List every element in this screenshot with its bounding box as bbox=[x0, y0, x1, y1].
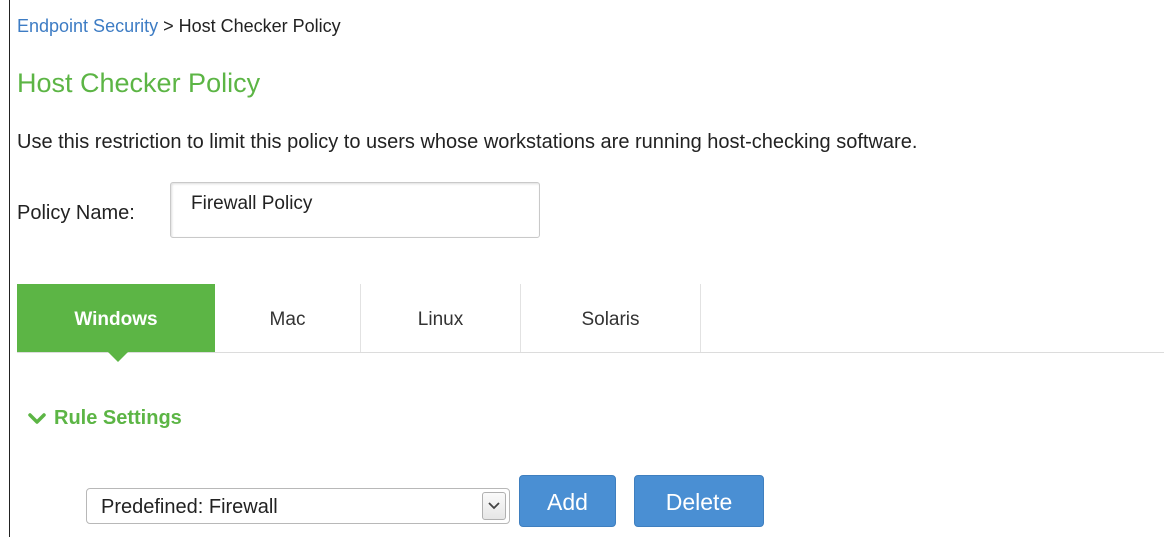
rule-settings-toggle[interactable]: Rule Settings bbox=[28, 407, 182, 430]
tab-solaris[interactable]: Solaris bbox=[521, 284, 701, 352]
policy-name-input[interactable] bbox=[170, 182, 540, 238]
rule-type-select-value: Predefined: Firewall bbox=[101, 496, 278, 518]
breadcrumb-link-endpoint-security[interactable]: Endpoint Security bbox=[17, 16, 158, 36]
rule-type-select[interactable]: Predefined: Firewall bbox=[86, 488, 510, 524]
chevron-down-icon bbox=[28, 407, 54, 429]
policy-name-label: Policy Name: bbox=[17, 202, 135, 224]
breadcrumb-current: Host Checker Policy bbox=[178, 16, 341, 36]
delete-button[interactable]: Delete bbox=[634, 475, 764, 527]
dropdown-arrow-icon[interactable] bbox=[482, 492, 506, 520]
tab-linux[interactable]: Linux bbox=[361, 284, 521, 352]
breadcrumb: Endpoint Security > Host Checker Policy bbox=[17, 16, 341, 37]
tab-windows[interactable]: Windows bbox=[17, 284, 215, 362]
rule-settings-label: Rule Settings bbox=[54, 407, 182, 429]
page-title: Host Checker Policy bbox=[17, 68, 261, 98]
policy-description: Use this restriction to limit this polic… bbox=[17, 131, 918, 153]
breadcrumb-separator: > bbox=[158, 16, 179, 36]
tab-mac[interactable]: Mac bbox=[215, 284, 361, 352]
add-button[interactable]: Add bbox=[519, 475, 616, 527]
platform-tabs: Windows Mac Linux Solaris bbox=[17, 284, 1164, 362]
